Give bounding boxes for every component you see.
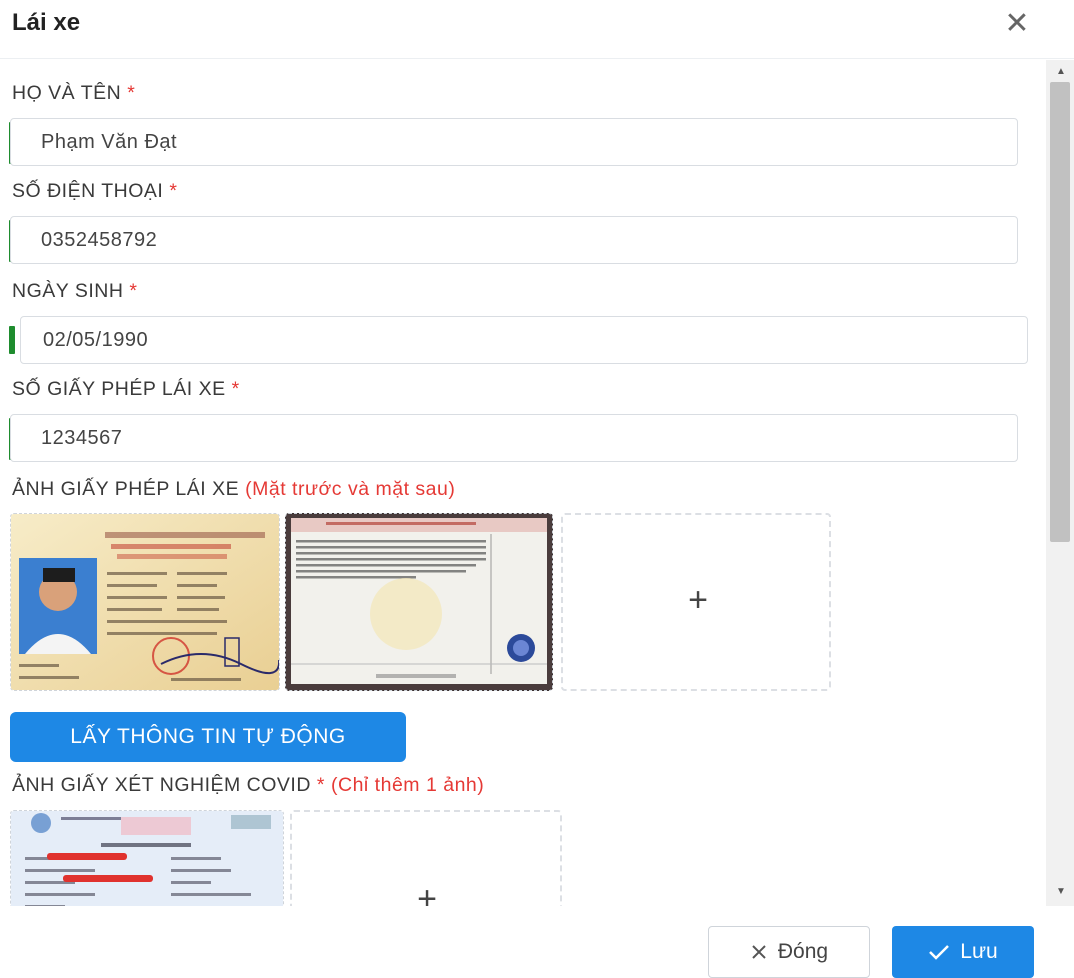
covid-test-label: ẢNH GIẤY XÉT NGHIỆM COVID * (Chỉ thêm 1 ản… — [12, 774, 485, 796]
phone-label: SỐ ĐIỆN THOẠI * — [12, 180, 178, 202]
close-button[interactable]: Đóng — [708, 926, 870, 978]
required-mark: * — [169, 180, 178, 202]
save-button[interactable]: Lưu — [892, 926, 1034, 978]
license-number-label: SỐ GIẤY PHÉP LÁI XE * — [12, 378, 240, 400]
dialog-header: Lái xe ✕ — [0, 0, 1074, 59]
covid-test-photo[interactable] — [10, 810, 284, 906]
check-icon — [929, 945, 950, 960]
covid-test-note: (Chỉ thêm 1 ảnh) — [331, 774, 485, 796]
license-front-photo[interactable] — [10, 513, 280, 691]
required-mark: * — [129, 280, 138, 302]
license-photos-label: ẢNH GIẤY PHÉP LÁI XE (Mặt trước và mặt sa… — [12, 478, 456, 500]
fullname-input[interactable] — [11, 119, 1017, 165]
fullname-label: HỌ VÀ TÊN * — [12, 82, 136, 104]
phone-input[interactable] — [11, 217, 1017, 263]
license-number-input[interactable] — [11, 415, 1017, 461]
fullname-field[interactable] — [10, 118, 1018, 166]
birthday-label: NGÀY SINH * — [12, 280, 138, 302]
required-mark: * — [127, 82, 136, 104]
add-covid-photo-button[interactable]: + — [290, 810, 562, 906]
auto-fill-button[interactable]: LẤY THÔNG TIN TỰ ĐỘNG — [10, 712, 406, 762]
scroll-thumb[interactable] — [1050, 82, 1070, 542]
birthday-input[interactable] — [21, 317, 1027, 363]
required-mark: * — [231, 378, 240, 400]
license-front-image — [11, 514, 279, 690]
valid-indicator — [9, 326, 15, 354]
scroll-down-arrow-icon[interactable]: ▼ — [1056, 886, 1066, 897]
plus-icon: + — [417, 880, 437, 906]
birthday-field[interactable] — [20, 316, 1028, 364]
close-button-label: Đóng — [777, 940, 829, 963]
license-photos-note: (Mặt trước và mặt sau) — [245, 478, 456, 500]
close-icon — [752, 945, 766, 959]
save-button-label: Lưu — [960, 940, 998, 963]
license-back-image — [286, 514, 552, 690]
scrollbar[interactable]: ▲ ▼ — [1046, 60, 1074, 906]
license-back-photo[interactable] — [285, 513, 553, 691]
required-mark: * — [316, 774, 326, 796]
license-number-field[interactable] — [10, 414, 1018, 462]
plus-icon: + — [688, 581, 708, 619]
close-icon[interactable]: ✕ — [1002, 9, 1032, 40]
covid-test-image — [11, 811, 283, 906]
dialog-body: HỌ VÀ TÊN* SỐ ĐIỆN THOẠI* NGÀY SINH* SỐ … — [0, 60, 1046, 906]
dialog-title: Lái xe — [12, 9, 81, 36]
add-license-photo-button[interactable]: + — [561, 513, 831, 691]
phone-field[interactable] — [10, 216, 1018, 264]
scroll-up-arrow-icon[interactable]: ▲ — [1056, 66, 1066, 77]
